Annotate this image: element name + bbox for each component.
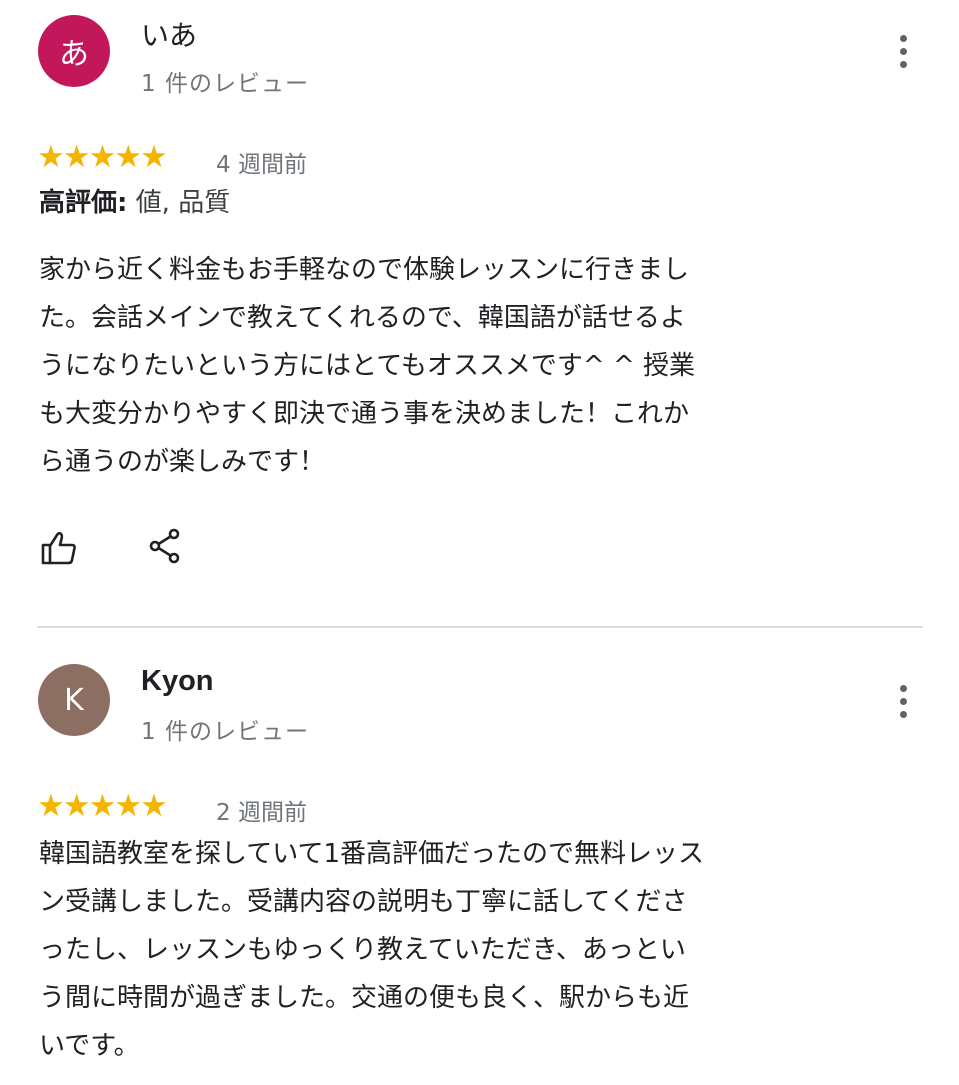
avatar[interactable]: K bbox=[38, 664, 110, 736]
reviewer-name[interactable]: Kyon bbox=[141, 665, 214, 698]
review-text: 韓国語教室を探していて1番高評価だったので無料レッス ン受講しました。受講内容の… bbox=[39, 839, 704, 1061]
review-time: 2 週間前 bbox=[216, 800, 307, 826]
more-vert-icon[interactable] bbox=[897, 682, 909, 722]
review-card: K Kyon 1 件のレビュー ★★★★★ 2 週間前 韓国語教室を探していて1… bbox=[0, 0, 959, 1085]
reviewer-review-count: 1 件のレビュー bbox=[141, 719, 309, 745]
star-rating: ★★★★★ bbox=[37, 788, 168, 824]
